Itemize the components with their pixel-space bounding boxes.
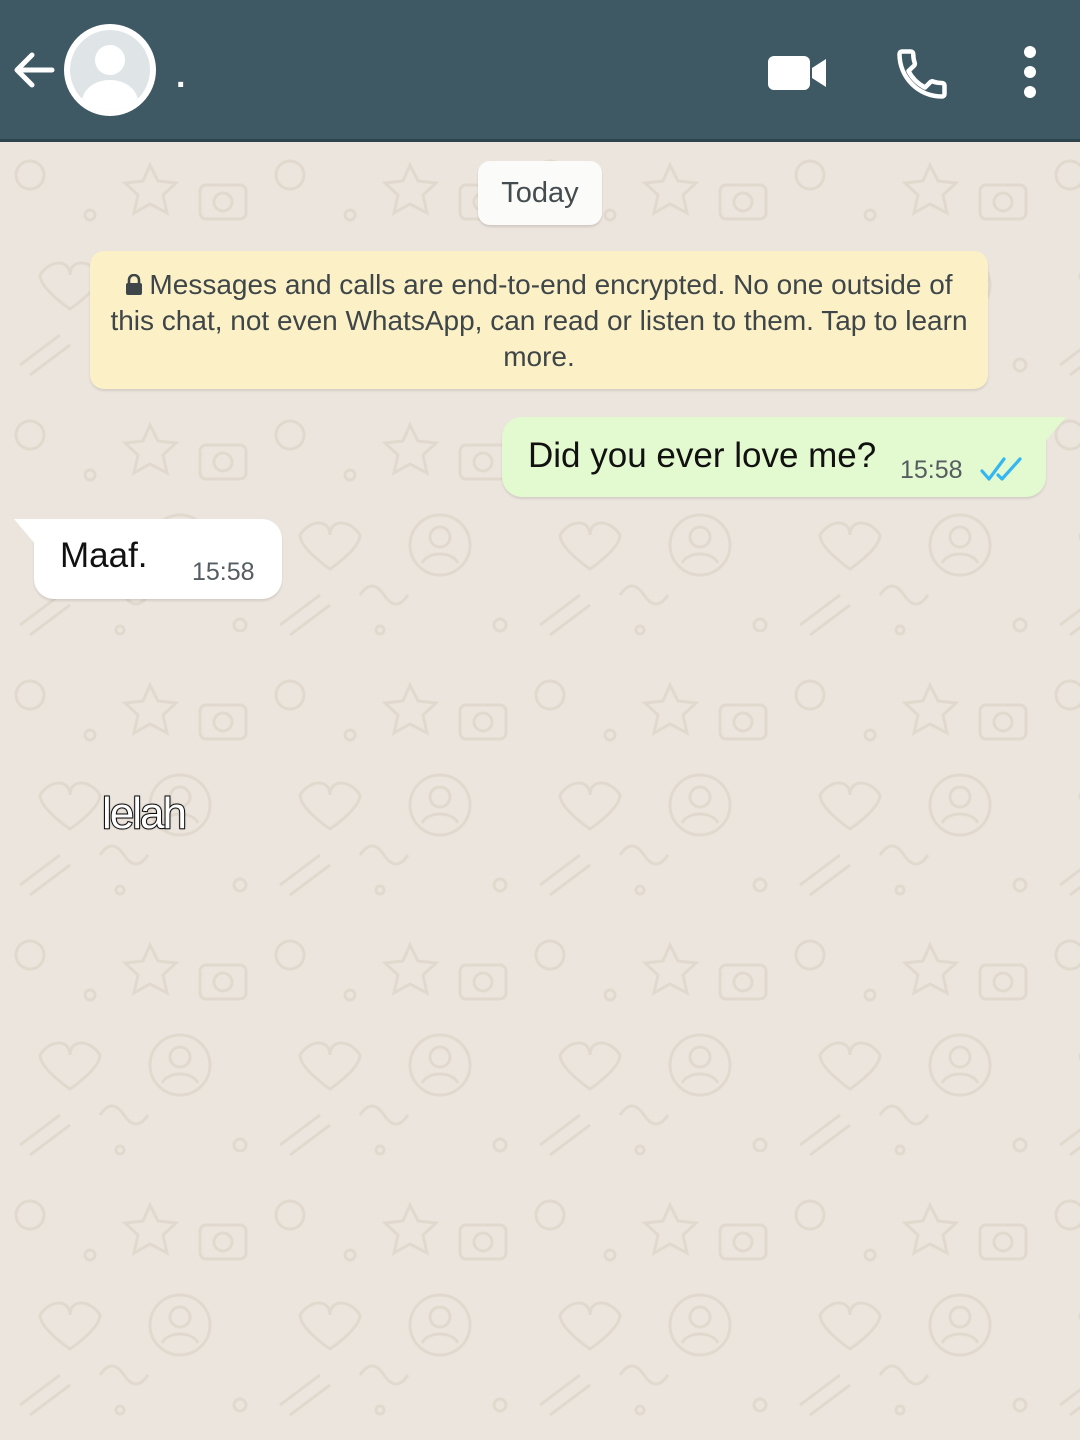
more-vert-icon <box>1024 46 1036 98</box>
double-check-read-icon <box>980 457 1022 481</box>
message-text: Did you ever love me? <box>528 436 877 475</box>
default-avatar-icon <box>70 30 150 110</box>
video-call-button[interactable] <box>764 48 830 98</box>
encryption-notice-text: Messages and calls are end-to-end encryp… <box>110 269 968 372</box>
incoming-message[interactable]: Maaf. 15:58 <box>14 519 282 599</box>
date-chip: Today <box>478 161 602 225</box>
outgoing-message[interactable]: Did you ever love me? 15:58 <box>502 417 1066 497</box>
chat-header: . <box>0 0 1080 142</box>
avatar[interactable] <box>64 24 156 116</box>
bubble-tail <box>1044 417 1066 443</box>
message-time: 15:58 <box>192 558 255 586</box>
chat-area[interactable]: Today Messages and calls are end-to-end … <box>0 145 1080 1440</box>
voice-call-button[interactable] <box>892 44 952 104</box>
bubble-tail <box>14 519 36 545</box>
lock-icon <box>126 274 143 295</box>
overlay-caption: lelah <box>101 788 188 839</box>
phone-icon <box>897 49 947 99</box>
contact-name[interactable]: . <box>176 56 185 96</box>
encryption-notice[interactable]: Messages and calls are end-to-end encryp… <box>90 251 988 389</box>
message-time: 15:58 <box>900 456 963 484</box>
message-text: Maaf. <box>60 536 148 575</box>
video-call-icon <box>768 56 826 90</box>
menu-button[interactable] <box>1010 42 1050 102</box>
arrow-left-icon <box>14 52 55 88</box>
back-button[interactable] <box>8 44 60 96</box>
